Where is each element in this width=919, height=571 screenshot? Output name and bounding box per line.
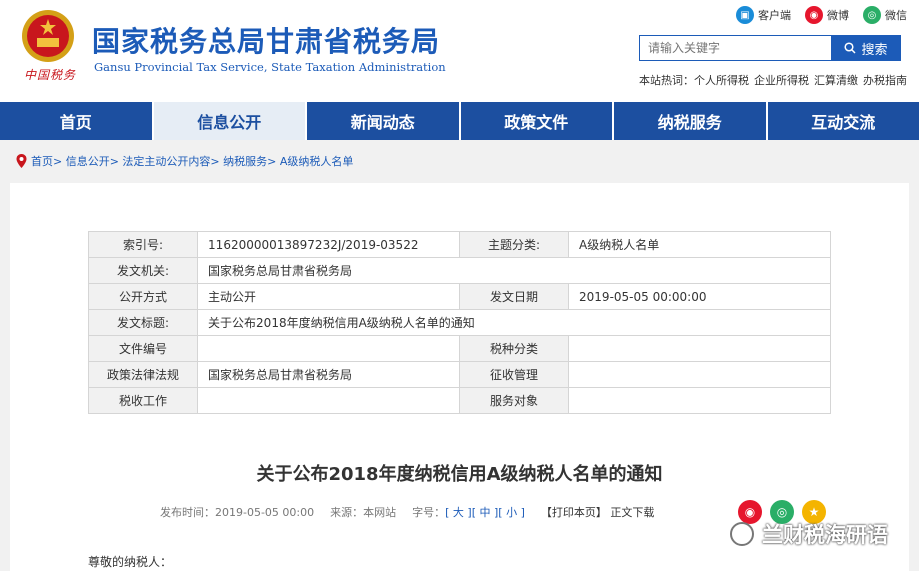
document-meta-table: 索引号: 11620000013897232J/2019-03522 主题分类:… bbox=[87, 231, 831, 414]
national-emblem-icon bbox=[22, 10, 74, 62]
nav-home[interactable]: 首页 bbox=[0, 102, 154, 140]
meta-label: 税种分类 bbox=[458, 335, 570, 362]
meta-value bbox=[568, 335, 831, 362]
meta-label: 服务对象 bbox=[458, 387, 570, 414]
table-row: 税收工作 服务对象 bbox=[87, 387, 831, 414]
meta-label: 发文日期 bbox=[458, 283, 570, 310]
publish-time: 发布时间：2019-05-05 00:00 bbox=[160, 506, 315, 519]
search-button[interactable]: 搜索 bbox=[831, 35, 901, 61]
weibo-icon: ◉ bbox=[805, 6, 823, 24]
meta-value: A级纳税人名单 bbox=[568, 231, 831, 258]
site-subtitle: Gansu Provincial Tax Service, State Taxa… bbox=[94, 60, 446, 74]
meta-value bbox=[197, 335, 460, 362]
meta-value bbox=[197, 387, 460, 414]
top-links: ▣ 客户端 ◉ 微博 ◎ 微信 bbox=[736, 6, 907, 24]
client-link[interactable]: ▣ 客户端 bbox=[736, 6, 791, 24]
watermark-logo-icon bbox=[730, 522, 754, 546]
font-size-medium[interactable]: [ 中 ] bbox=[472, 506, 499, 519]
breadcrumb-path[interactable]: 首页> 信息公开> 法定主动公开内容> 纳税服务> A级纳税人名单 bbox=[31, 153, 353, 169]
wechat-link[interactable]: ◎ 微信 bbox=[863, 6, 907, 24]
wechat-link-label: 微信 bbox=[885, 9, 907, 22]
nav-policy[interactable]: 政策文件 bbox=[461, 102, 614, 140]
weibo-link-label: 微博 bbox=[827, 9, 849, 22]
hot-word-link[interactable]: 企业所得税 bbox=[754, 74, 809, 87]
site-header: 中国税务 国家税务总局甘肃省税务局 Gansu Provincial Tax S… bbox=[0, 0, 919, 102]
client-icon: ▣ bbox=[736, 6, 754, 24]
article-title: 关于公布2018年度纳税信用A级纳税人名单的通知 bbox=[256, 464, 663, 485]
meta-label: 主题分类: bbox=[458, 231, 570, 258]
nav-info-disclosure[interactable]: 信息公开 bbox=[153, 102, 307, 140]
meta-label: 公开方式 bbox=[87, 283, 199, 310]
font-size-label: 字号： bbox=[412, 506, 446, 519]
meta-value bbox=[568, 361, 831, 388]
client-link-label: 客户端 bbox=[758, 9, 791, 22]
table-row: 发文机关: 国家税务总局甘肃省税务局 bbox=[87, 257, 831, 284]
meta-value: 2019-05-05 00:00:00 bbox=[568, 283, 831, 310]
weibo-link[interactable]: ◉ 微博 bbox=[805, 6, 849, 24]
search-box: 搜索 bbox=[639, 35, 901, 61]
meta-value: 关于公布2018年度纳税信用A级纳税人名单的通知 bbox=[197, 309, 831, 336]
meta-label: 索引号: bbox=[87, 231, 199, 258]
main-nav: 首页 信息公开 新闻动态 政策文件 纳税服务 互动交流 bbox=[0, 102, 919, 140]
font-size-large[interactable]: [ 大 ] bbox=[445, 506, 472, 519]
nav-tax-service[interactable]: 纳税服务 bbox=[614, 102, 768, 140]
site-title[interactable]: 国家税务总局甘肃省税务局 bbox=[92, 20, 440, 60]
search-icon bbox=[844, 42, 857, 54]
hot-words: 本站热词：个人所得税 企业所得税 汇算清缴 办税指南 bbox=[639, 72, 912, 88]
watermark-text: 兰财税海研语 bbox=[762, 523, 888, 547]
nav-interaction[interactable]: 互动交流 bbox=[768, 102, 919, 140]
meta-label: 政策法律法规 bbox=[87, 361, 199, 388]
article-source: 来源：本网站 bbox=[330, 506, 397, 519]
hot-word-link[interactable]: 办税指南 bbox=[863, 74, 907, 87]
meta-value: 国家税务总局甘肃省税务局 bbox=[197, 257, 831, 284]
wechat-icon: ◎ bbox=[863, 6, 881, 24]
nav-news[interactable]: 新闻动态 bbox=[307, 102, 461, 140]
table-row: 文件编号 税种分类 bbox=[87, 335, 831, 362]
seal-text: 中国税务 bbox=[24, 68, 77, 82]
meta-value bbox=[568, 387, 831, 414]
meta-value: 国家税务总局甘肃省税务局 bbox=[197, 361, 460, 388]
search-input[interactable] bbox=[639, 35, 831, 61]
table-row: 公开方式 主动公开 发文日期 2019-05-05 00:00:00 bbox=[87, 283, 831, 310]
hot-word-link[interactable]: 个人所得税 bbox=[694, 74, 749, 87]
table-row: 政策法律法规 国家税务总局甘肃省税务局 征收管理 bbox=[87, 361, 831, 388]
meta-label: 征收管理 bbox=[458, 361, 570, 388]
font-size-controls: 字号：[ 大 ][ 中 ][ 小 ] bbox=[412, 504, 525, 520]
meta-label: 文件编号 bbox=[87, 335, 199, 362]
article-greeting: 尊敬的纳税人： bbox=[88, 555, 173, 569]
hot-words-label: 本站热词： bbox=[639, 74, 694, 87]
hot-word-link[interactable]: 汇算清缴 bbox=[814, 74, 858, 87]
meta-value: 主动公开 bbox=[197, 283, 460, 310]
font-size-small[interactable]: [ 小 ] bbox=[498, 506, 525, 519]
meta-value: 11620000013897232J/2019-03522 bbox=[197, 231, 460, 258]
meta-label: 发文标题: bbox=[87, 309, 199, 336]
search-button-label: 搜索 bbox=[861, 42, 888, 58]
table-row: 发文标题: 关于公布2018年度纳税信用A级纳税人名单的通知 bbox=[87, 309, 831, 336]
article-meta-line: 发布时间：2019-05-05 00:00 来源：本网站 字号：[ 大 ][ 中… bbox=[160, 504, 654, 520]
location-pin-icon bbox=[16, 154, 27, 168]
meta-label: 税收工作 bbox=[87, 387, 199, 414]
watermark: 兰财税海研语 bbox=[730, 519, 888, 549]
print-link[interactable]: 【打印本页】 bbox=[541, 506, 607, 519]
table-row: 索引号: 11620000013897232J/2019-03522 主题分类:… bbox=[87, 231, 831, 258]
print-group: 【打印本页】 正文下载 bbox=[541, 504, 655, 520]
download-link[interactable]: 正文下载 bbox=[610, 506, 654, 519]
meta-label: 发文机关: bbox=[87, 257, 199, 284]
breadcrumb: 首页> 信息公开> 法定主动公开内容> 纳税服务> A级纳税人名单 bbox=[16, 153, 353, 169]
